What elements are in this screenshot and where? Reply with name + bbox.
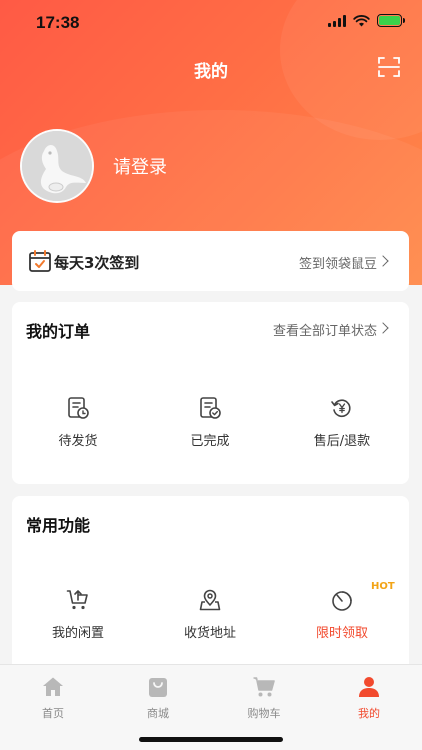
- tab-cart[interactable]: 购物车: [234, 675, 294, 721]
- tab-label: 我的: [358, 707, 380, 720]
- function-item-idle[interactable]: 我的闲置: [28, 588, 128, 641]
- tab-label: 商城: [147, 707, 169, 720]
- status-icons: [328, 14, 405, 27]
- signin-link[interactable]: 签到领袋鼠豆: [299, 253, 377, 272]
- function-item-limited[interactable]: 限时领取: [292, 588, 392, 641]
- order-item-label: 已完成: [190, 434, 230, 449]
- function-item-label: 收货地址: [183, 626, 236, 641]
- pending-shipment-icon: [68, 397, 89, 419]
- tab-mall[interactable]: 商城: [128, 675, 188, 721]
- battery-icon: [377, 14, 405, 27]
- signal-icon: [328, 14, 346, 27]
- status-bar: 17:38: [0, 0, 422, 44]
- calendar-check-icon: [29, 250, 51, 272]
- timer-icon: [332, 591, 352, 611]
- address-icon: [199, 589, 221, 611]
- view-all-orders-link[interactable]: 查看全部订单状态: [273, 320, 377, 339]
- home-icon: [43, 677, 63, 696]
- refund-icon: [331, 399, 351, 418]
- idle-cart-icon: [66, 590, 88, 610]
- status-time: 17:38: [36, 13, 80, 32]
- chevron-right-icon: [377, 255, 389, 267]
- tab-home[interactable]: 首页: [23, 675, 83, 721]
- orders-card: 我的订单 查看全部订单状态 待发货 已完成 售后/退款: [12, 302, 409, 484]
- order-item-completed[interactable]: 已完成: [160, 396, 260, 449]
- order-item-refund[interactable]: 售后/退款: [292, 396, 392, 449]
- tab-label: 首页: [42, 707, 64, 720]
- scan-icon[interactable]: [377, 55, 401, 79]
- page-title: 我的: [194, 62, 228, 82]
- order-item-label: 售后/退款: [313, 434, 371, 449]
- function-item-label: 限时领取: [315, 626, 368, 641]
- functions-title: 常用功能: [26, 516, 91, 535]
- functions-card: 常用功能 我的闲置 收货地址 限时领取 HOT: [12, 496, 409, 676]
- completed-order-icon: [200, 397, 221, 419]
- function-item-address[interactable]: 收货地址: [160, 588, 260, 641]
- tab-profile[interactable]: 我的: [339, 675, 399, 721]
- home-indicator: [139, 737, 283, 742]
- signin-title: 每天3次签到: [54, 254, 140, 272]
- tab-label: 购物车: [247, 707, 281, 720]
- order-item-pending[interactable]: 待发货: [28, 396, 128, 449]
- profile-icon: [359, 677, 379, 697]
- avatar[interactable]: [20, 129, 94, 203]
- order-item-label: 待发货: [58, 434, 98, 449]
- orders-title: 我的订单: [26, 322, 91, 341]
- hot-badge: HOT: [371, 581, 395, 592]
- wifi-icon: [353, 14, 370, 26]
- cart-icon: [253, 677, 275, 697]
- login-prompt[interactable]: 请登录: [113, 153, 167, 179]
- function-item-label: 我的闲置: [51, 626, 104, 641]
- mall-bag-icon: [149, 678, 167, 697]
- signin-card[interactable]: 每天3次签到 签到领袋鼠豆: [12, 231, 409, 291]
- chevron-right-icon: [377, 322, 389, 334]
